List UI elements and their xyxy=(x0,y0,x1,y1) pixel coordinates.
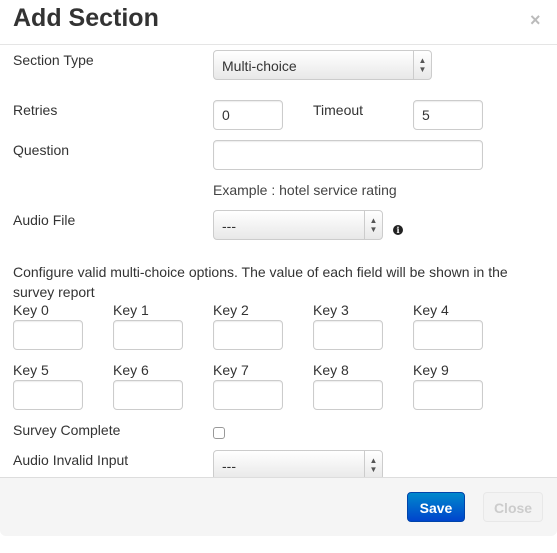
audio-file-label: Audio File xyxy=(13,212,76,228)
key-label: Key 1 xyxy=(113,302,149,318)
audio-file-select[interactable]: --- ▲ ▼ xyxy=(213,210,383,240)
key-label: Key 5 xyxy=(13,362,49,378)
key-8-input[interactable] xyxy=(313,380,383,410)
key-label: Key 2 xyxy=(213,302,249,318)
question-label: Question xyxy=(13,142,70,158)
key-5-input[interactable] xyxy=(13,380,83,410)
key-7-input[interactable] xyxy=(213,380,283,410)
modal-body: Section Type Multi-choice ▲▼ Retries Tim… xyxy=(0,45,557,477)
timeout-label: Timeout xyxy=(313,102,364,118)
key-6-input[interactable] xyxy=(113,380,183,410)
options-help: Configure valid multi-choice options. Th… xyxy=(13,264,508,300)
key-label: Key 0 xyxy=(13,302,49,318)
key-label: Key 4 xyxy=(413,302,449,318)
close-icon[interactable]: × xyxy=(530,10,541,31)
key-label: Key 3 xyxy=(313,302,349,318)
question-help: Example : hotel service rating xyxy=(213,182,397,198)
key-label: Key 6 xyxy=(113,362,149,378)
section-type-value: Multi-choice xyxy=(222,58,297,74)
modal-title: Add Section xyxy=(13,4,159,32)
retries-label: Retries xyxy=(13,102,58,118)
key-label: Key 7 xyxy=(213,362,249,378)
section-type-label: Section Type xyxy=(13,52,94,68)
key-2-input[interactable] xyxy=(213,320,283,350)
key-4-input[interactable] xyxy=(413,320,483,350)
question-input[interactable] xyxy=(213,140,483,170)
audio-invalid-input-value: --- xyxy=(222,458,236,474)
key-label: Key 8 xyxy=(313,362,349,378)
section-type-select[interactable]: Multi-choice ▲ ▼ xyxy=(213,50,432,80)
modal-footer: Save Close xyxy=(0,477,557,536)
select-arrows-icon: ▲ ▼ xyxy=(364,451,382,477)
survey-complete-label: Survey Complete xyxy=(13,422,121,438)
key-1-input[interactable] xyxy=(113,320,183,350)
info-icon[interactable]: i xyxy=(393,225,403,235)
save-button[interactable]: Save xyxy=(407,492,465,522)
audio-file-value: --- xyxy=(222,218,236,234)
select-arrows-icon: ▲ ▼ xyxy=(413,51,431,79)
key-9-input[interactable] xyxy=(413,380,483,410)
retries-input[interactable] xyxy=(213,100,283,130)
key-0-input[interactable] xyxy=(13,320,83,350)
close-button[interactable]: Close xyxy=(483,492,543,522)
select-arrows-icon: ▲ ▼ xyxy=(364,211,382,239)
key-3-input[interactable] xyxy=(313,320,383,350)
audio-invalid-input-select[interactable]: --- ▲ ▼ xyxy=(213,450,383,477)
audio-invalid-input-label: Audio Invalid Input xyxy=(13,452,129,468)
timeout-input[interactable] xyxy=(413,100,483,130)
survey-complete-checkbox[interactable] xyxy=(213,427,225,439)
key-label: Key 9 xyxy=(413,362,449,378)
